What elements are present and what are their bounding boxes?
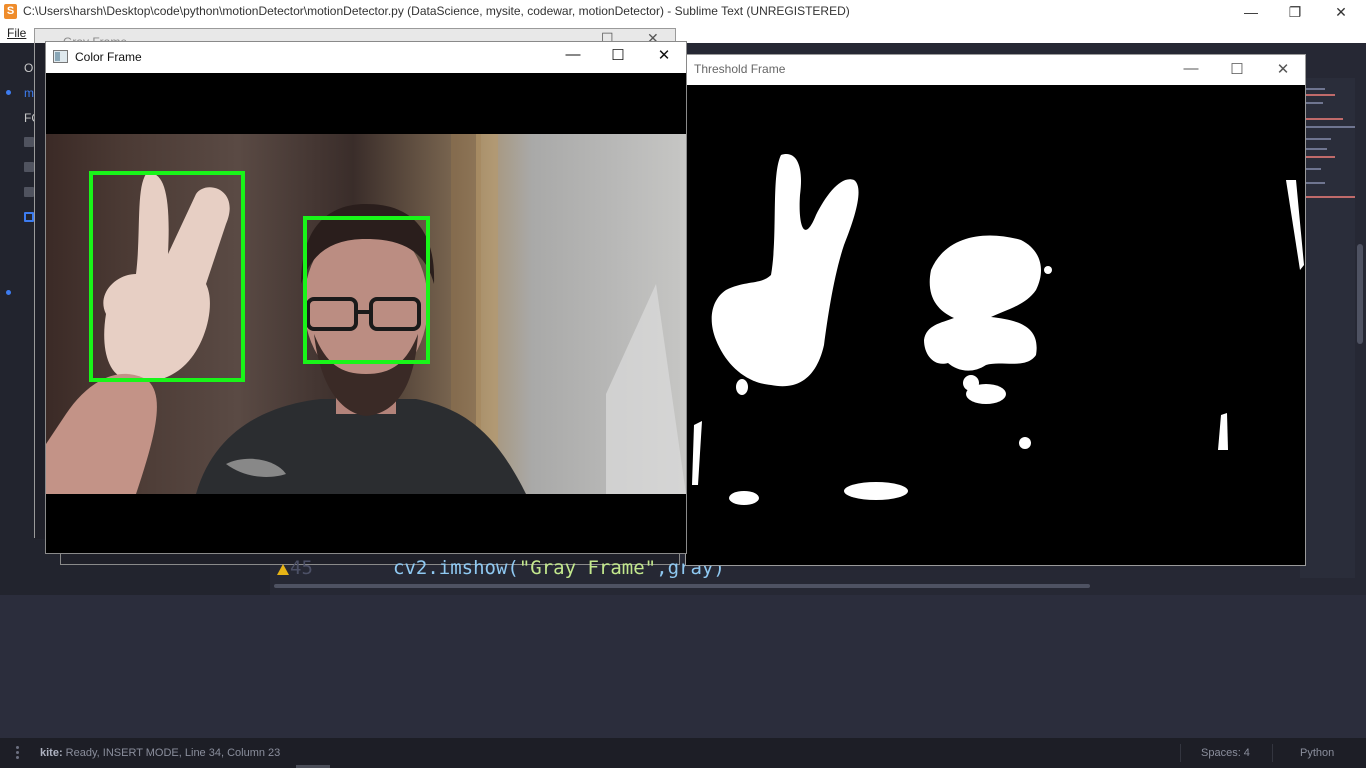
line-number: 45 <box>290 557 313 579</box>
window-title: C:\Users\harsh\Desktop\code\python\motio… <box>23 4 850 18</box>
threshold-frame-window[interactable]: Threshold Frame — ☐ ✕ <box>685 54 1306 566</box>
window-icon <box>53 50 68 63</box>
open-folder-icon[interactable] <box>24 212 34 222</box>
panel-toggle-icon[interactable] <box>16 746 20 760</box>
indentation-status[interactable]: Spaces: 4 <box>1201 747 1250 759</box>
minimap[interactable] <box>1300 78 1355 578</box>
hand-blob <box>711 154 859 387</box>
threshold-frame-title: Threshold Frame <box>694 62 786 76</box>
face-blob <box>924 235 1041 371</box>
threshold-image <box>686 85 1305 565</box>
color-frame-window[interactable]: Color Frame — ☐ ✕ <box>45 41 687 554</box>
minimize-icon[interactable]: — <box>553 46 593 63</box>
kite-label: kite: <box>40 747 63 759</box>
maximize-icon[interactable]: ☐ <box>1217 60 1257 78</box>
color-video-frame <box>46 73 686 553</box>
maximize-icon[interactable]: ☐ <box>598 46 638 64</box>
code-prefix: cv2.imshow( <box>393 557 519 579</box>
status-message: Ready, INSERT MODE, Line 34, Column 23 <box>62 747 281 759</box>
modified-dot-icon <box>6 290 11 295</box>
color-frame-title: Color Frame <box>75 50 142 64</box>
close-icon[interactable]: ✕ <box>1318 0 1364 24</box>
syntax-status[interactable]: Python <box>1300 747 1334 759</box>
minimize-icon[interactable]: — <box>1171 60 1211 77</box>
hand-detection-box <box>89 171 245 382</box>
close-icon[interactable]: ✕ <box>644 46 684 64</box>
sidebar-item-file[interactable]: m <box>24 86 34 100</box>
folder-icon[interactable] <box>24 162 34 172</box>
status-text: kite: Ready, INSERT MODE, Line 34, Colum… <box>40 747 280 759</box>
restore-icon[interactable]: ❐ <box>1272 0 1318 24</box>
folder-icon[interactable] <box>24 137 34 147</box>
output-panel <box>0 595 1366 738</box>
sublime-titlebar: S C:\Users\harsh\Desktop\code\python\mot… <box>0 0 1366 24</box>
code-line[interactable]: cv2.imshow("Gray Frame",gray) <box>393 557 725 579</box>
warning-icon[interactable] <box>277 564 289 575</box>
minimize-icon[interactable]: — <box>1228 0 1274 24</box>
vertical-scrollbar[interactable] <box>1357 244 1363 344</box>
face-detection-box <box>303 216 430 364</box>
code-string: "Gray Frame" <box>518 557 657 579</box>
modified-dot-icon <box>6 90 11 95</box>
menu-file[interactable]: File <box>7 26 26 40</box>
sidebar-open-files-label: O <box>24 61 34 75</box>
threshold-mask <box>692 154 1304 505</box>
status-bar: kite: Ready, INSERT MODE, Line 34, Colum… <box>0 738 1366 768</box>
horizontal-scrollbar[interactable] <box>274 584 1090 588</box>
sublime-logo-icon: S <box>4 4 17 19</box>
folder-icon[interactable] <box>24 187 34 197</box>
close-icon[interactable]: ✕ <box>1263 60 1303 78</box>
